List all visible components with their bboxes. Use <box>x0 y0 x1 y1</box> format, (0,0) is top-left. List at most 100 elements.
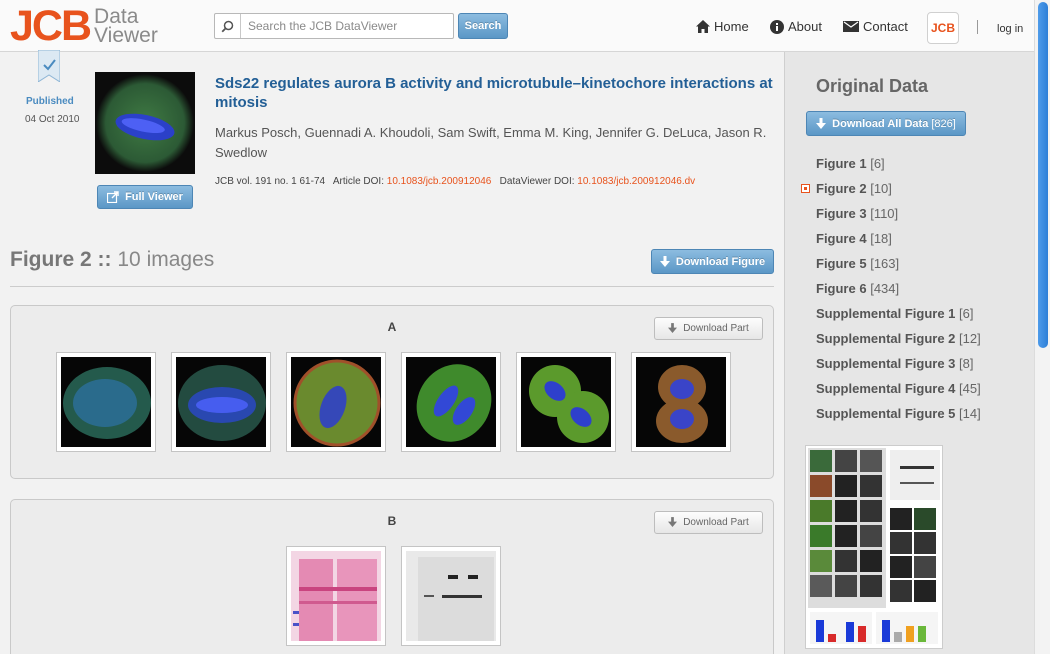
nav-home[interactable]: Home <box>696 19 749 34</box>
figure-separator: :: <box>97 248 112 271</box>
image-thumbnail[interactable] <box>286 352 386 452</box>
nav-contact-label: Contact <box>863 19 908 34</box>
sidebar-figure-label: Figure 5 <box>816 256 867 271</box>
search-button[interactable]: Search <box>458 13 508 39</box>
figure-heading: Figure 2 :: 10 images <box>10 248 214 272</box>
figure-part-b: B Download Part <box>10 499 774 654</box>
jcb-home-badge[interactable]: JCB <box>927 12 959 44</box>
sidebar-figure-item[interactable]: Figure 2 [10] <box>816 181 892 196</box>
download-arrow-icon <box>816 117 827 129</box>
nav-contact[interactable]: Contact <box>843 19 908 34</box>
top-header: JCB Data Viewer Search Home About Contac… <box>0 0 1034 52</box>
active-figure-marker-icon <box>801 184 810 193</box>
home-icon <box>696 20 710 33</box>
sidebar-figure-count: [110] <box>870 206 899 221</box>
search-box <box>214 13 454 39</box>
sidebar-figure-item[interactable]: Figure 3 [110] <box>816 206 898 221</box>
image-thumbnail[interactable] <box>631 352 731 452</box>
scrollbar-thumb[interactable] <box>1038 2 1048 348</box>
article-doi-link[interactable]: 10.1083/jcb.200912046 <box>387 176 492 187</box>
image-thumbnail[interactable] <box>286 546 386 646</box>
logo-jcb-text: JCB <box>10 2 92 50</box>
download-figure-button[interactable]: Download Figure <box>651 249 774 274</box>
figure-image-count: 10 images <box>117 248 215 271</box>
logo-dataviewer-text: Data Viewer <box>94 6 158 47</box>
sidebar-figure-count: [8] <box>959 356 974 371</box>
download-all-data-button[interactable]: Download All Data [826] <box>806 111 966 136</box>
sidebar-figure-item[interactable]: Figure 6 [434] <box>816 281 899 296</box>
image-thumbnail[interactable] <box>56 352 156 452</box>
image-thumbnail[interactable] <box>401 352 501 452</box>
sidebar-figure-label: Figure 2 <box>816 181 867 196</box>
image-thumbnail[interactable] <box>401 546 501 646</box>
download-arrow-icon <box>668 323 678 333</box>
figure-name: Figure 2 <box>10 248 92 271</box>
sidebar-figure-item[interactable]: Supplemental Figure 3 [8] <box>816 356 974 371</box>
sidebar-figure-label: Supplemental Figure 3 <box>816 356 956 371</box>
sidebar-figure-item[interactable]: Figure 1 [6] <box>816 156 885 171</box>
search-input[interactable] <box>241 19 441 33</box>
nav-home-label: Home <box>714 19 749 34</box>
sidebar-figure-count: [14] <box>959 406 981 421</box>
article-doi-label: Article DOI: <box>332 176 384 187</box>
sidebar-figure-label: Figure 4 <box>816 231 867 246</box>
envelope-icon <box>843 21 859 32</box>
external-link-icon <box>107 191 119 203</box>
article-meta: JCB vol. 191 no. 1 61-74 Article DOI: 10… <box>215 176 785 187</box>
search-icon[interactable] <box>215 14 241 38</box>
sidebar-figure-count: [163] <box>870 256 900 271</box>
published-label: Published <box>26 96 74 107</box>
sidebar-figure-count: [6] <box>959 306 974 321</box>
article-title[interactable]: Sds22 regulates aurora B activity and mi… <box>215 74 775 112</box>
figure-part-a: A Download Part <box>10 305 774 479</box>
journal-citation: JCB vol. 191 no. 1 61-74 <box>215 176 326 187</box>
sidebar-figure-count: [10] <box>870 181 892 196</box>
sidebar-figure-item[interactable]: Supplemental Figure 4 [45] <box>816 381 981 396</box>
sidebar-figure-label: Supplemental Figure 1 <box>816 306 956 321</box>
download-part-a-label: Download Part <box>683 323 749 334</box>
download-arrow-icon <box>668 517 678 527</box>
image-thumbnail[interactable] <box>516 352 616 452</box>
sidebar-figure-count: [6] <box>870 156 885 171</box>
download-part-a-button[interactable]: Download Part <box>654 317 763 340</box>
sidebar-figure-item[interactable]: Figure 4 [18] <box>816 231 892 246</box>
dataviewer-doi-link[interactable]: 10.1083/jcb.200912046.dv <box>577 176 695 187</box>
sidebar-figure-item[interactable]: Figure 5 [163] <box>816 256 899 271</box>
logo-viewer-word: Viewer <box>94 24 158 47</box>
article-thumbnail[interactable] <box>95 72 195 174</box>
jcb-dataviewer-logo[interactable]: JCB Data Viewer <box>10 4 158 48</box>
sidebar-figure-item[interactable]: Supplemental Figure 2 [12] <box>816 331 981 346</box>
download-arrow-icon <box>659 255 670 267</box>
sidebar-figure-label: Figure 1 <box>816 156 867 171</box>
full-viewer-label: Full Viewer <box>125 191 183 203</box>
sidebar-figure-item[interactable]: Supplemental Figure 1 [6] <box>816 306 974 321</box>
download-all-count: [826] <box>931 117 956 130</box>
download-part-b-button[interactable]: Download Part <box>654 511 763 534</box>
nav-about[interactable]: About <box>770 19 822 34</box>
sidebar-figure-label: Figure 6 <box>816 281 867 296</box>
dataviewer-doi-label: DataViewer DOI: <box>499 176 575 187</box>
section-divider <box>10 286 774 287</box>
sidebar-figure-label: Supplemental Figure 2 <box>816 331 956 346</box>
sidebar-figure-item[interactable]: Supplemental Figure 5 [14] <box>816 406 981 421</box>
sidebar-figure-count: [45] <box>959 381 981 396</box>
download-all-label: Download All Data <box>832 117 929 130</box>
nav-about-label: About <box>788 19 822 34</box>
sidebar-figure-count: [434] <box>870 281 900 296</box>
image-thumbnail[interactable] <box>171 352 271 452</box>
sidebar-figure-count: [18] <box>870 231 892 246</box>
published-ribbon-icon <box>38 50 60 82</box>
page-scrollbar[interactable] <box>1034 0 1050 654</box>
download-part-b-label: Download Part <box>683 517 749 528</box>
info-icon <box>770 19 784 34</box>
login-link[interactable]: log in <box>997 23 1023 35</box>
figure-preview-thumbnail[interactable] <box>805 445 943 649</box>
download-figure-label: Download Figure <box>675 255 766 268</box>
sidebar-figure-label: Figure 3 <box>816 206 867 221</box>
original-data-sidebar: Original Data Download All Data [826] Fi… <box>784 52 1034 654</box>
article-authors: Markus Posch, Guennadi A. Khoudoli, Sam … <box>215 125 767 160</box>
sidebar-figure-label: Supplemental Figure 4 <box>816 381 956 396</box>
full-viewer-button[interactable]: Full Viewer <box>97 185 193 209</box>
sidebar-figure-label: Supplemental Figure 5 <box>816 406 956 421</box>
sidebar-title: Original Data <box>816 76 929 96</box>
